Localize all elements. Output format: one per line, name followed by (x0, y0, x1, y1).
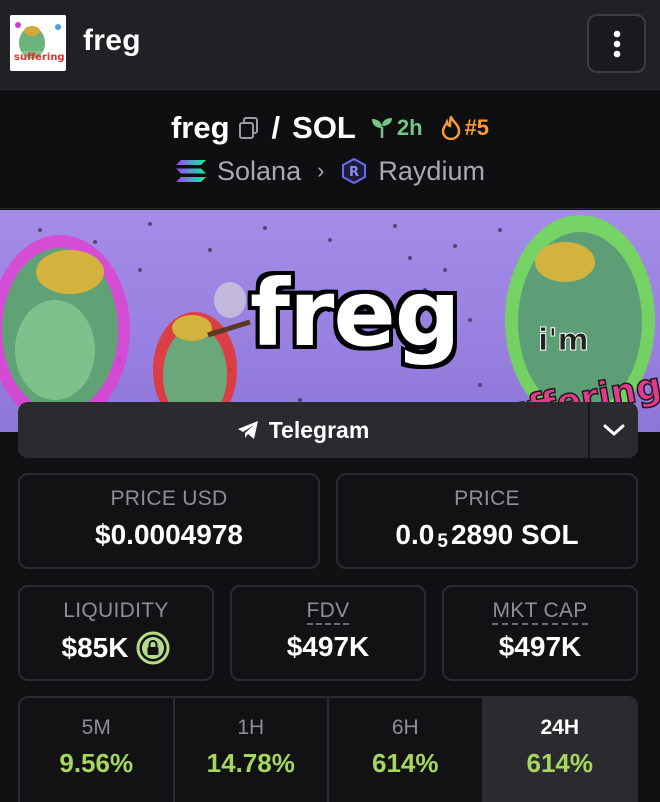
market-cap-card: MKT CAP $497K (442, 585, 638, 681)
price-change-tabs: 5M 9.56% 1H 14.78% 6H 614% 24H 614% (18, 696, 638, 802)
market-cap-value: $497K (498, 631, 582, 662)
chevron-down-icon (603, 424, 625, 436)
tab-5m[interactable]: 5M 9.56% (20, 698, 175, 802)
fdv-card: FDV $497K (230, 585, 426, 681)
tab-1h[interactable]: 1H 14.78% (175, 698, 329, 802)
price-native-value: 0.0 5 2890 SOL (338, 519, 636, 552)
more-menu-button[interactable] (587, 14, 646, 73)
token-banner-image: i'm suffering freg (0, 210, 660, 432)
dex-link[interactable]: R Raydium (340, 156, 485, 187)
raydium-icon: R (342, 157, 367, 185)
pair-age-text: 2h (396, 115, 423, 140)
price-native-card: PRICE 0.0 5 2890 SOL (336, 473, 638, 569)
banner-sticker-top: i'm (538, 323, 589, 358)
price-usd-card: PRICE USD $0.0004978 (18, 473, 320, 569)
fdv-value: $497K (286, 631, 370, 662)
telegram-label: Telegram (268, 416, 370, 443)
tab-change-value: 9.56% (59, 748, 134, 778)
solana-icon (176, 160, 207, 182)
svg-text:R: R (349, 165, 359, 180)
tab-change-value: 614% (372, 748, 439, 778)
market-cap-label-wrap[interactable]: MKT CAP (444, 599, 636, 625)
tab-change-value: 14.78% (206, 748, 295, 778)
liquidity-lock-button[interactable] (136, 631, 170, 665)
tab-label: 6H (391, 716, 419, 739)
pair-separator: / (271, 110, 281, 145)
tab-change-value: 614% (526, 748, 594, 778)
liquidity-value: $85K (61, 632, 129, 663)
price-usd-value: $0.0004978 (95, 519, 243, 550)
frog-logo-icon: suffering (10, 15, 66, 71)
more-links-button[interactable] (590, 402, 638, 458)
price-native-suffix: 2890 SOL (450, 519, 579, 550)
quote-token-symbol: SOL (292, 110, 356, 145)
pair-title-row: freg / SOL 2h #5 (0, 108, 660, 148)
pair-header: freg / SOL 2h #5 Solana › R Raydium (0, 91, 660, 209)
flame-icon (441, 116, 460, 140)
liquidity-value-row: $85K (20, 631, 212, 665)
seedling-icon (371, 118, 392, 138)
chain-name: Solana (217, 155, 302, 186)
banner-title: freg (250, 260, 461, 367)
telegram-button[interactable]: Telegram (18, 402, 590, 458)
lock-icon (136, 631, 170, 665)
pair-age-badge[interactable]: 2h (370, 115, 423, 141)
copy-address-button[interactable] (238, 116, 260, 140)
market-cap-label: MKT CAP (492, 599, 588, 625)
liquidity-label: LIQUIDITY (63, 599, 169, 622)
social-links: Telegram (18, 402, 638, 458)
price-native-prefix: 0.0 (395, 519, 435, 550)
chain-link[interactable]: Solana (175, 156, 301, 187)
price-usd-label: PRICE USD (110, 487, 228, 510)
chevron-right-icon: › (317, 158, 325, 183)
copy-icon (238, 117, 258, 139)
tab-label: 24H (540, 716, 580, 739)
telegram-icon (237, 421, 258, 439)
fdv-label-wrap[interactable]: FDV (232, 599, 424, 625)
price-native-label: PRICE (454, 487, 520, 510)
fdv-label: FDV (306, 599, 350, 625)
liquidity-card: LIQUIDITY $85K (18, 585, 214, 681)
base-token-symbol: freg (170, 110, 230, 145)
tab-label: 5M (81, 716, 111, 739)
avatar-text: suffering (14, 52, 65, 63)
tab-label: 1H (237, 716, 265, 739)
page-title: freg (83, 24, 141, 57)
top-bar: suffering freg (0, 0, 660, 90)
tab-6h[interactable]: 6H 614% (329, 698, 484, 802)
token-avatar[interactable]: suffering (10, 15, 66, 71)
tab-24h[interactable]: 24H 614% (483, 698, 636, 802)
trending-rank-badge[interactable]: #5 (441, 115, 489, 141)
trending-rank-text: #5 (464, 115, 490, 140)
dex-name: Raydium (378, 155, 485, 186)
vertical-dots-icon (613, 30, 620, 57)
chain-dex-breadcrumb: Solana › R Raydium (0, 153, 660, 189)
price-native-zero-count: 5 (437, 531, 448, 552)
